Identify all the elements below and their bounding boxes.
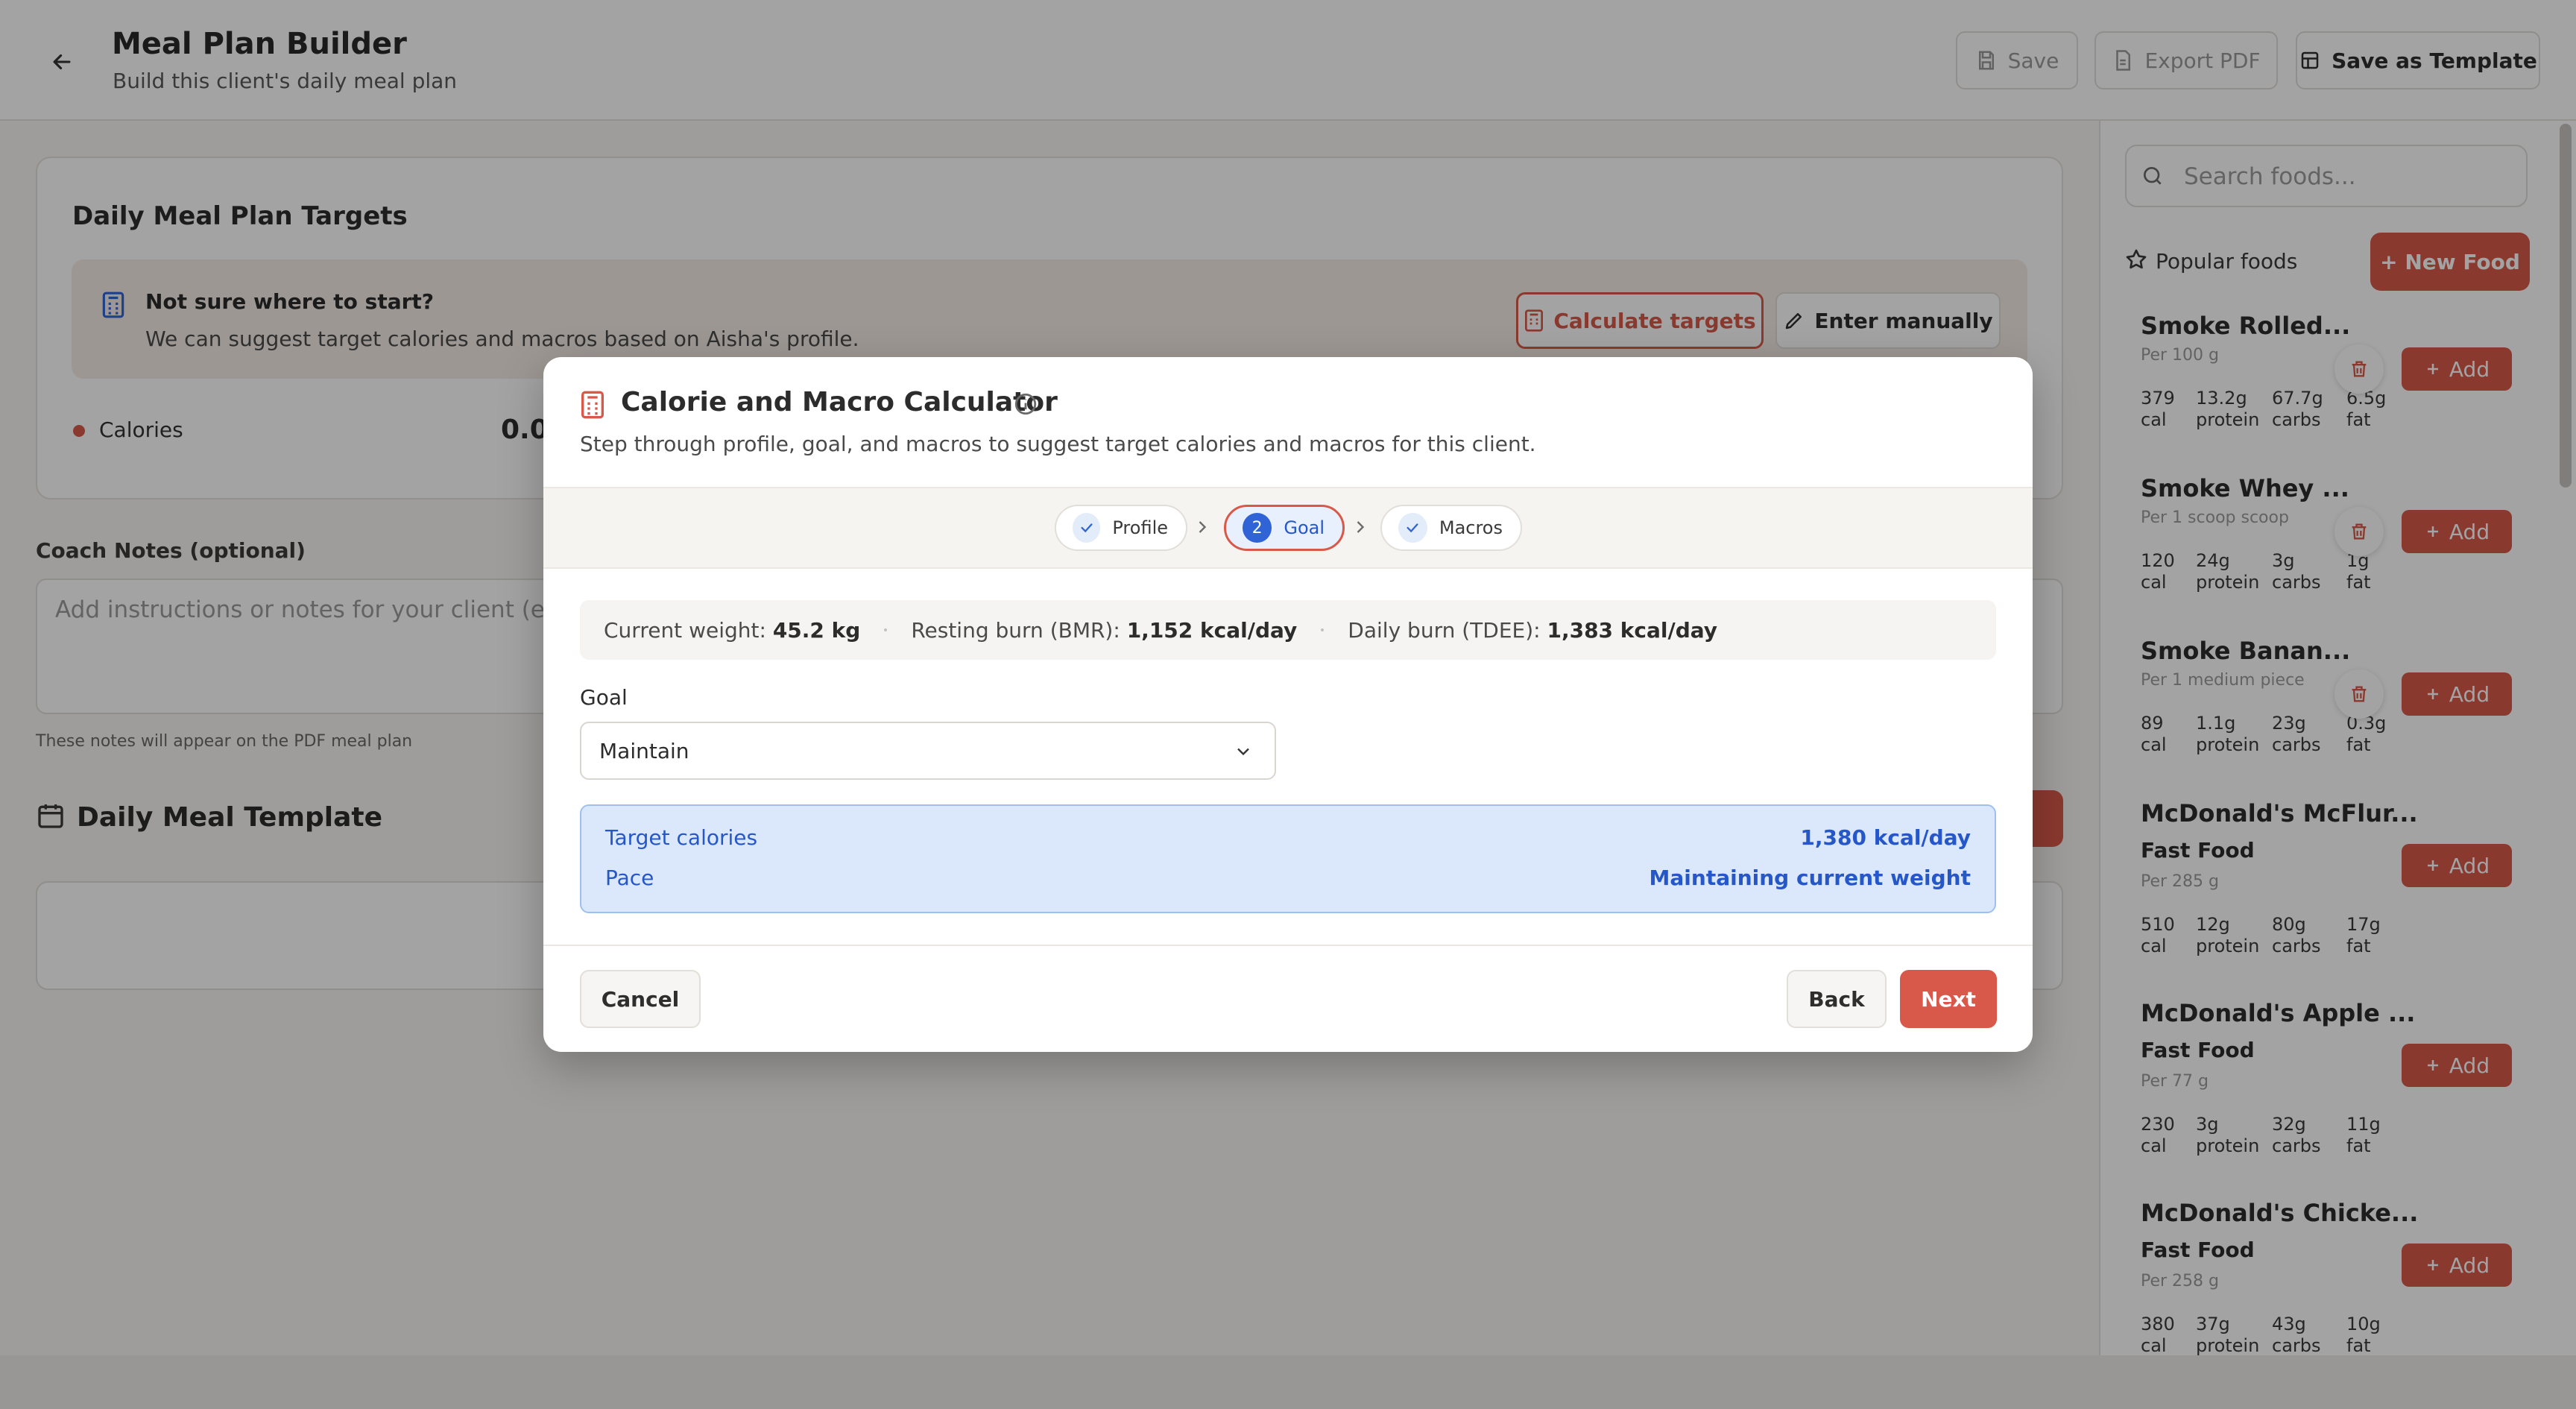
target-calories-value: 1,380 kcal/day (1800, 825, 1971, 850)
step-goal[interactable]: 2 Goal (1224, 505, 1345, 551)
calculator-modal: Calorie and Macro Calculator Step throug… (543, 357, 2033, 1052)
step-profile-label: Profile (1112, 517, 1168, 538)
tdee-label: Daily burn (TDEE): (1348, 617, 1541, 643)
weight-value: 45.2 kg (772, 617, 861, 643)
next-button[interactable]: Next (1900, 970, 1997, 1028)
check-icon (1398, 513, 1427, 543)
target-calories-label: Target calories (605, 825, 758, 850)
pace-value: Maintaining current weight (1649, 866, 1971, 890)
bmr-value: 1,152 kcal/day (1126, 617, 1298, 643)
pace-label: Pace (605, 866, 654, 890)
profile-stats-bar: Current weight: 45.2 kg Resting burn (BM… (580, 600, 1996, 660)
target-summary: Target calories 1,380 kcal/day Pace Main… (580, 804, 1996, 913)
goal-label: Goal (580, 685, 628, 710)
modal-title: Calorie and Macro Calculator (621, 387, 1058, 417)
info-icon[interactable] (1013, 391, 1038, 417)
stat-separator (1321, 628, 1325, 631)
back-step-button[interactable]: Back (1787, 970, 1887, 1028)
modal-footer-divider (543, 945, 2033, 946)
modal-subtitle: Step through profile, goal, and macros t… (580, 432, 1536, 456)
step-goal-label: Goal (1284, 517, 1325, 538)
goal-selected-value: Maintain (599, 738, 689, 763)
chevron-down-icon (1237, 748, 1249, 756)
cancel-button[interactable]: Cancel (580, 970, 701, 1028)
stat-separator (884, 628, 888, 631)
weight-label: Current weight: (604, 617, 766, 643)
chevron-right-icon (1199, 521, 1207, 533)
goal-select[interactable]: Maintain (580, 722, 1276, 780)
check-icon (1073, 513, 1101, 543)
step-profile[interactable]: Profile (1055, 505, 1187, 551)
tdee-value: 1,383 kcal/day (1547, 617, 1718, 643)
chevron-right-icon (1357, 521, 1365, 533)
step-macros[interactable]: Macros (1380, 505, 1522, 551)
bmr-label: Resting burn (BMR): (911, 617, 1120, 643)
step-goal-number: 2 (1243, 513, 1272, 543)
calculator-icon (581, 391, 604, 419)
step-macros-label: Macros (1439, 517, 1503, 538)
